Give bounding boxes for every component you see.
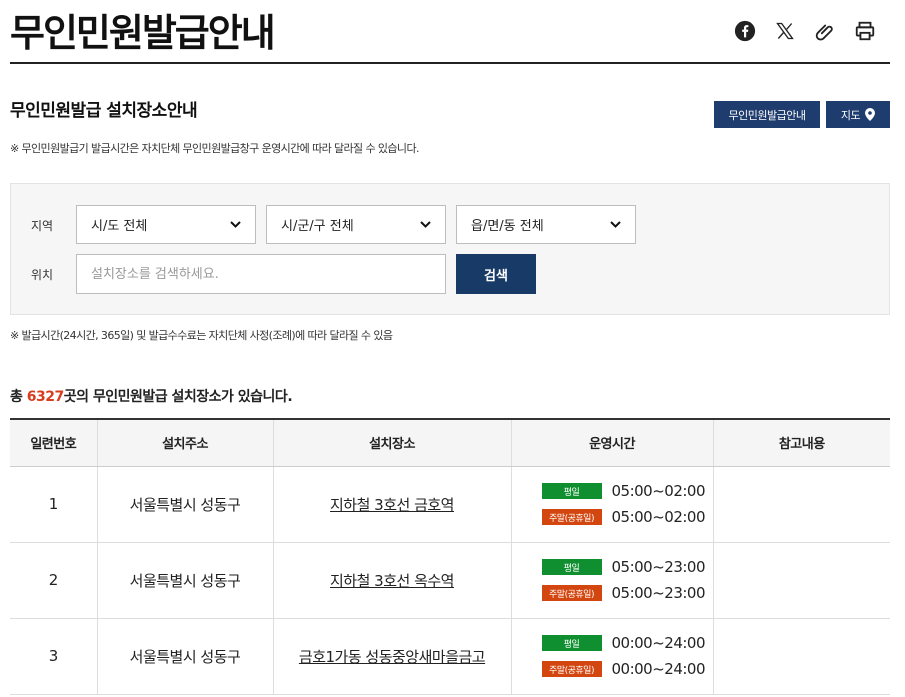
map-button[interactable]: 지도 (826, 101, 890, 128)
cell-no: 1 (10, 466, 97, 543)
table-row: 2 서울특별시 성동구 지하철 3호선 옥수역 평일 05:00~23:00 주말… (10, 542, 890, 619)
weekday-time: 05:00~23:00 (611, 558, 706, 576)
cell-hours: 평일 05:00~23:00 주말(공휴일) 05:00~23:00 (510, 542, 713, 619)
x-icon[interactable] (765, 16, 805, 46)
table-header-row: 일련번호 설치주소 설치장소 운영시간 참고내용 (10, 419, 890, 467)
issue-time-notice: ※ 무인민원발급기 발급시간은 자치단체 무인민원발급창구 운영시간에 따라 달… (10, 142, 419, 155)
total-prefix: 총 (10, 389, 27, 405)
map-button-label: 지도 (840, 108, 861, 122)
sigungu-select-value: 시/군/구 전체 (281, 219, 354, 234)
cell-hours: 평일 05:00~02:00 주말(공휴일) 05:00~02:00 (510, 466, 713, 543)
page-title: 무인민원발급안내 (10, 11, 276, 55)
guide-button-label: 무인민원발급안내 (728, 108, 806, 122)
location-table: 일련번호 설치주소 설치장소 운영시간 참고내용 1 서울특별시 성동구 지하철… (10, 418, 890, 695)
cell-note (712, 466, 890, 543)
print-icon[interactable] (845, 16, 885, 46)
section-title: 무인민원발급 설치장소안내 (10, 101, 198, 121)
place-link[interactable]: 지하철 3호선 옥수역 (330, 572, 454, 590)
location-search-input[interactable] (76, 254, 446, 294)
header-hours: 운영시간 (510, 419, 713, 467)
weekday-badge: 평일 (541, 635, 602, 651)
eupmyeondong-select-value: 읍/면/동 전체 (471, 219, 544, 234)
search-button[interactable]: 검색 (456, 254, 536, 294)
cell-place: 금호1가동 성동중앙새마을금고 (272, 618, 511, 695)
holiday-time: 05:00~23:00 (611, 584, 706, 602)
sigungu-select[interactable]: 시/군/구 전체 (266, 205, 446, 244)
cell-hours: 평일 00:00~24:00 주말(공휴일) 00:00~24:00 (510, 618, 713, 695)
title-divider (10, 62, 890, 64)
header-address: 설치주소 (96, 419, 273, 467)
location-label: 위치 (31, 268, 54, 282)
cell-place: 지하철 3호선 옥수역 (272, 542, 511, 619)
cell-note (712, 618, 890, 695)
total-count-text: 총 6327곳의 무인민원발급 설치장소가 있습니다. (10, 386, 293, 406)
weekday-time: 00:00~24:00 (611, 634, 706, 652)
holiday-badge: 주말(공휴일) (541, 661, 602, 677)
total-suffix: 곳의 무인민원발급 설치장소가 있습니다. (63, 389, 293, 405)
guide-button[interactable]: 무인민원발급안내 (714, 101, 820, 128)
weekday-time: 05:00~02:00 (611, 482, 706, 500)
cell-address: 서울특별시 성동구 (96, 542, 273, 619)
fee-notice: ※ 발급시간(24시간, 365일) 및 발급수수료는 자치단체 사정(조례)에… (10, 329, 393, 342)
chevron-down-icon (610, 221, 621, 228)
cell-address: 서울특별시 성동구 (96, 618, 273, 695)
cell-no: 2 (10, 542, 97, 619)
header-note: 참고내용 (712, 419, 890, 467)
region-label: 지역 (31, 219, 54, 233)
table-row: 1 서울특별시 성동구 지하철 3호선 금호역 평일 05:00~02:00 주말… (10, 466, 890, 543)
link-icon[interactable] (805, 16, 845, 46)
cell-note (712, 542, 890, 619)
chevron-down-icon (230, 221, 241, 228)
header-place: 설치장소 (272, 419, 511, 467)
facebook-icon[interactable] (725, 16, 765, 46)
holiday-time: 05:00~02:00 (611, 508, 706, 526)
eupmyeondong-select[interactable]: 읍/면/동 전체 (456, 205, 636, 244)
sido-select-value: 시/도 전체 (91, 219, 148, 234)
holiday-badge: 주말(공휴일) (541, 509, 602, 525)
sido-select[interactable]: 시/도 전체 (76, 205, 256, 244)
cell-no: 3 (10, 618, 97, 695)
header-no: 일련번호 (10, 419, 97, 467)
holiday-time: 00:00~24:00 (611, 660, 706, 678)
place-link[interactable]: 금호1가동 성동중앙새마을금고 (299, 648, 486, 666)
holiday-badge: 주말(공휴일) (541, 585, 602, 601)
weekday-badge: 평일 (541, 483, 602, 499)
cell-address: 서울특별시 성동구 (96, 466, 273, 543)
place-link[interactable]: 지하철 3호선 금호역 (330, 496, 454, 514)
chevron-down-icon (420, 221, 431, 228)
map-pin-icon (865, 108, 876, 121)
table-row: 3 서울특별시 성동구 금호1가동 성동중앙새마을금고 평일 00:00~24:0… (10, 618, 890, 695)
search-panel: 지역 시/도 전체 시/군/구 전체 읍/면/동 전체 위치 검색 (10, 183, 890, 315)
total-count: 6327 (26, 389, 64, 405)
weekday-badge: 평일 (541, 559, 602, 575)
share-toolbar (725, 16, 885, 46)
cell-place: 지하철 3호선 금호역 (272, 466, 511, 543)
